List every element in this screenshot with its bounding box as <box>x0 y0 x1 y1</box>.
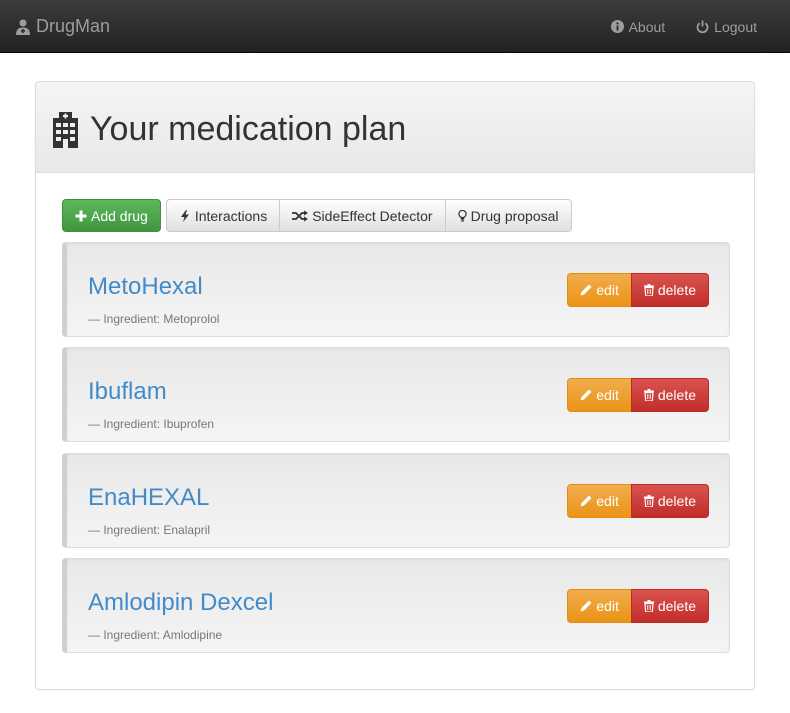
delete-button[interactable]: delete <box>630 273 709 307</box>
info-sign-icon <box>610 20 624 33</box>
nav-links: About Logout <box>610 0 757 53</box>
trash-icon <box>643 495 654 507</box>
interactions-label: Interactions <box>194 207 268 224</box>
delete-label: delete <box>657 387 696 403</box>
drug-actions: edit delete <box>567 273 709 307</box>
drug-proposal-label: Drug proposal <box>470 207 559 224</box>
drug-name[interactable]: MetoHexal <box>88 273 203 301</box>
hospital-icon <box>53 111 78 148</box>
pencil-icon <box>580 495 592 507</box>
sideeffect-detector-label: SideEffect Detector <box>312 207 433 224</box>
drug-actions: edit delete <box>567 484 709 518</box>
drug-actions: edit delete <box>567 378 709 412</box>
drug-item: EnaHEXAL — Ingredient: Enalapril edit de… <box>62 453 730 548</box>
delete-button[interactable]: delete <box>630 589 709 623</box>
lightbulb-icon <box>457 209 467 222</box>
drug-name[interactable]: Ibuflam <box>88 378 167 406</box>
delete-label: delete <box>657 493 696 509</box>
drug-ingredient: — Ingredient: Metoprolol <box>88 312 220 326</box>
add-drug-button[interactable]: Add drug <box>62 199 161 232</box>
drug-item: MetoHexal — Ingredient: Metoprolol edit … <box>62 242 730 337</box>
nav-about[interactable]: About <box>610 18 666 35</box>
edit-button[interactable]: edit <box>567 589 632 623</box>
edit-button[interactable]: edit <box>567 378 632 412</box>
brand[interactable]: DrugMan <box>16 0 110 53</box>
tool-button-group: Interactions SideEffect Detector Drug pr… <box>165 199 572 232</box>
nav-logout-label: Logout <box>714 18 757 35</box>
edit-button[interactable]: edit <box>567 484 632 518</box>
interactions-button[interactable]: Interactions <box>165 199 281 232</box>
add-drug-label: Add drug <box>91 207 148 224</box>
edit-label: edit <box>596 282 619 298</box>
page-title: Your medication plan <box>51 110 406 149</box>
drug-proposal-button[interactable]: Drug proposal <box>444 199 572 232</box>
nav-logout[interactable]: Logout <box>696 19 757 35</box>
sideeffect-detector-button[interactable]: SideEffect Detector <box>279 199 446 232</box>
trash-icon <box>643 284 654 296</box>
navbar: DrugMan About Logout <box>0 0 790 53</box>
user-md-icon <box>16 19 30 35</box>
drug-item: Ibuflam — Ingredient: Ibuprofen edit del… <box>62 347 730 442</box>
edit-label: edit <box>596 598 619 614</box>
delete-button[interactable]: delete <box>630 484 709 518</box>
delete-label: delete <box>657 282 696 298</box>
pencil-icon <box>580 389 592 401</box>
drug-ingredient: — Ingredient: Enalapril <box>88 523 211 537</box>
medication-panel: Your medication plan Add drug Interactio… <box>35 81 755 690</box>
plus-icon <box>75 210 87 221</box>
flash-icon <box>180 209 189 222</box>
drug-item: Amlodipin Dexcel — Ingredient: Amlodipin… <box>62 558 730 653</box>
pencil-icon <box>580 284 592 296</box>
delete-label: delete <box>657 598 696 614</box>
brand-name: DrugMan <box>36 16 111 36</box>
off-icon <box>696 20 709 33</box>
edit-button[interactable]: edit <box>567 273 632 307</box>
pencil-icon <box>580 600 592 612</box>
page-title-text: Your medication plan <box>90 110 407 148</box>
delete-button[interactable]: delete <box>630 378 709 412</box>
nav-about-label: About <box>628 18 666 35</box>
edit-label: edit <box>596 387 619 403</box>
edit-label: edit <box>596 493 619 509</box>
trash-icon <box>643 389 654 401</box>
trash-icon <box>643 600 654 612</box>
toolbar: Add drug Interactions SideEffect Detecto… <box>62 199 572 232</box>
drug-ingredient: — Ingredient: Ibuprofen <box>88 417 215 431</box>
drug-actions: edit delete <box>567 589 709 623</box>
random-icon <box>292 210 309 221</box>
panel-heading: Your medication plan <box>36 82 754 173</box>
drug-ingredient: — Ingredient: Amlodipine <box>88 628 223 642</box>
drug-name[interactable]: EnaHEXAL <box>88 484 209 512</box>
drug-name[interactable]: Amlodipin Dexcel <box>88 589 273 617</box>
